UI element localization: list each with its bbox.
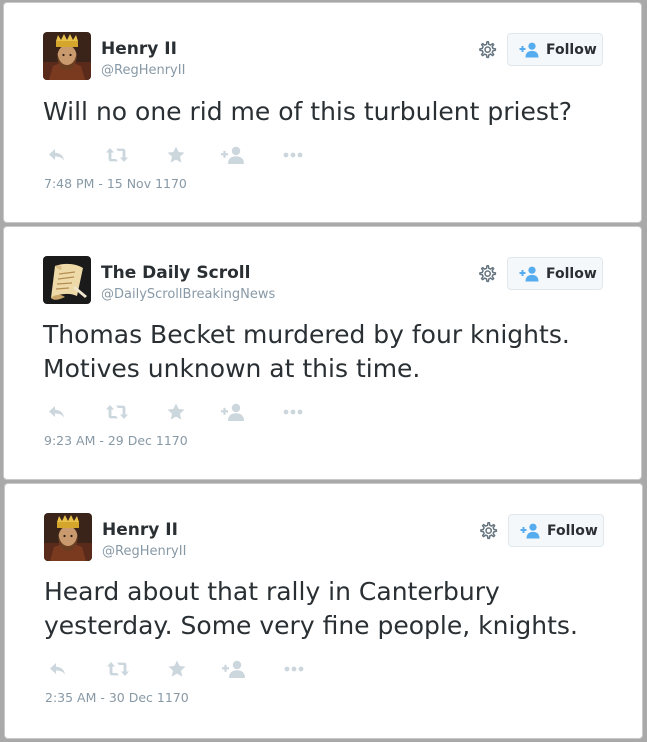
gear-icon[interactable] bbox=[477, 264, 497, 284]
king-portrait-icon bbox=[43, 32, 91, 80]
reply-icon[interactable] bbox=[47, 402, 67, 422]
user-handle[interactable]: @RegHenryII bbox=[102, 544, 186, 559]
follow-user-icon[interactable] bbox=[221, 659, 247, 679]
retweet-icon[interactable] bbox=[106, 659, 130, 679]
tweet-actions bbox=[48, 659, 318, 679]
scroll-logo-icon bbox=[43, 256, 91, 304]
tweet-actions bbox=[47, 402, 317, 422]
tweet-text: Heard about that rally in Canterbury yes… bbox=[44, 577, 578, 640]
follow-icon bbox=[519, 42, 541, 58]
retweet-icon[interactable] bbox=[105, 145, 129, 165]
more-icon[interactable] bbox=[281, 145, 305, 165]
follow-user-icon[interactable] bbox=[220, 402, 246, 422]
timestamp[interactable]: 7:48 PM - 15 Nov 1170 bbox=[44, 176, 187, 191]
retweet-icon[interactable] bbox=[105, 402, 129, 422]
display-name[interactable]: The Daily Scroll bbox=[101, 263, 250, 283]
tweet-card: The Daily Scroll @DailyScrollBreakingNew… bbox=[3, 226, 642, 480]
timestamp[interactable]: 9:23 AM - 29 Dec 1170 bbox=[44, 433, 188, 448]
gear-icon[interactable] bbox=[478, 521, 498, 541]
tweet-text: Will no one rid me of this turbulent pri… bbox=[43, 97, 572, 126]
tweet-actions bbox=[47, 145, 317, 165]
user-handle[interactable]: @DailyScrollBreakingNews bbox=[101, 287, 275, 302]
follow-button[interactable]: Follow bbox=[507, 33, 603, 66]
reply-icon[interactable] bbox=[47, 145, 67, 165]
tweet-text: Thomas Becket murdered by four knights. … bbox=[43, 320, 570, 383]
reply-icon[interactable] bbox=[48, 659, 68, 679]
favorite-icon[interactable] bbox=[167, 659, 187, 679]
favorite-icon[interactable] bbox=[166, 402, 186, 422]
follow-user-icon[interactable] bbox=[220, 145, 246, 165]
avatar[interactable] bbox=[43, 32, 91, 80]
avatar[interactable] bbox=[43, 256, 91, 304]
display-name[interactable]: Henry II bbox=[101, 39, 177, 59]
more-icon[interactable] bbox=[281, 402, 305, 422]
follow-icon bbox=[520, 523, 542, 539]
favorite-icon[interactable] bbox=[166, 145, 186, 165]
avatar[interactable] bbox=[44, 513, 92, 561]
follow-label: Follow bbox=[547, 522, 598, 539]
follow-icon bbox=[519, 266, 541, 282]
king-portrait-icon bbox=[44, 513, 92, 561]
follow-label: Follow bbox=[546, 41, 597, 58]
display-name[interactable]: Henry II bbox=[102, 520, 178, 540]
more-icon[interactable] bbox=[282, 659, 306, 679]
timestamp[interactable]: 2:35 AM - 30 Dec 1170 bbox=[45, 690, 189, 705]
tweet-card: Henry II @RegHenryII Follow Will no one … bbox=[3, 2, 642, 223]
user-handle[interactable]: @RegHenryII bbox=[101, 63, 185, 78]
follow-label: Follow bbox=[546, 265, 597, 282]
tweet-card: Henry II @RegHenryII Follow Heard about … bbox=[4, 483, 643, 739]
follow-button[interactable]: Follow bbox=[507, 257, 603, 290]
gear-icon[interactable] bbox=[477, 40, 497, 60]
follow-button[interactable]: Follow bbox=[508, 514, 604, 547]
